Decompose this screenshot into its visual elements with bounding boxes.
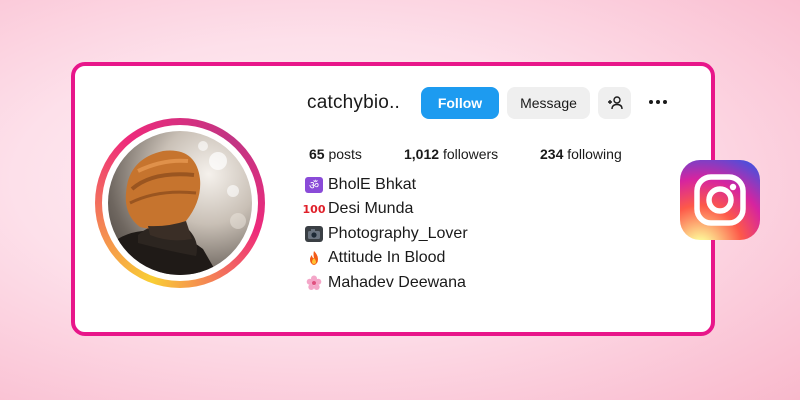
bio-text: Mahadev Deewana: [328, 274, 466, 291]
bio-line: 100 Desi Munda: [302, 200, 414, 218]
avatar-story-ring[interactable]: [95, 118, 265, 288]
camera-icon: [305, 226, 323, 242]
posts-label: posts: [328, 146, 362, 162]
following-count: 234: [540, 146, 564, 162]
hundred-points-icon: 100: [302, 202, 326, 216]
bio-line: Mahadev Deewana: [305, 274, 466, 292]
om-icon: ॐ: [305, 177, 323, 193]
following-label: following: [567, 146, 622, 162]
bio-text: BholE Bhkat: [328, 176, 417, 193]
more-options-button[interactable]: [643, 92, 673, 112]
bio-text: Attitude In Blood: [328, 249, 446, 266]
follow-button[interactable]: Follow: [421, 87, 499, 119]
bio-line: ॐ BholE Bhkat: [305, 176, 416, 194]
posts-count: 65: [309, 146, 325, 162]
add-user-button[interactable]: [598, 87, 631, 119]
add-user-icon: [607, 96, 623, 110]
posts-stat: 65 posts: [309, 146, 362, 162]
more-dots-icon: [649, 100, 653, 104]
bio-line: Attitude In Blood: [305, 249, 445, 267]
followers-label: followers: [442, 146, 499, 162]
bio-line: Photography_Lover: [305, 225, 468, 243]
bio-text: Desi Munda: [328, 200, 414, 217]
bio-text: Photography_Lover: [328, 225, 468, 242]
avatar-photo-image: [108, 141, 246, 275]
flower-icon: [305, 275, 323, 291]
instagram-logo-icon: [680, 160, 760, 240]
fire-icon: [305, 250, 323, 266]
following-stat[interactable]: 234 following: [540, 146, 622, 162]
followers-count: 1,012: [404, 146, 440, 162]
avatar: [108, 131, 252, 275]
username: catchybio..: [307, 92, 401, 113]
followers-stat[interactable]: 1,012 followers: [404, 146, 498, 162]
message-button[interactable]: Message: [507, 87, 590, 119]
